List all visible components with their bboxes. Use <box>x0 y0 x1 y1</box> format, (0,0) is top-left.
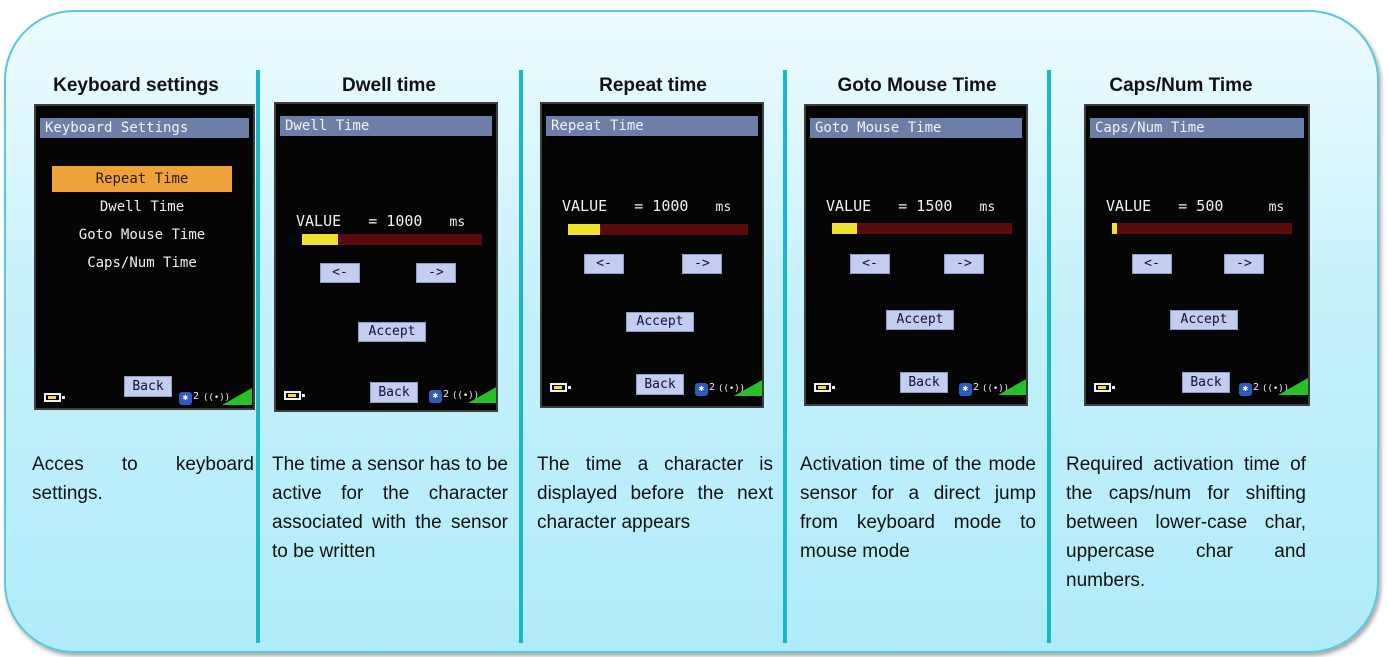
value-slider[interactable] <box>302 234 482 245</box>
bluetooth-icon: ✱ <box>429 390 442 403</box>
decrease-button[interactable]: <- <box>850 254 890 274</box>
signal-strength-icon <box>998 378 1026 395</box>
value-slider[interactable] <box>1112 223 1292 234</box>
column-divider <box>783 70 787 643</box>
decrease-button[interactable]: <- <box>1132 254 1172 274</box>
bluetooth-count: 2 <box>973 382 980 393</box>
slider-fill <box>568 224 601 235</box>
signal-strength-icon <box>1278 378 1308 395</box>
value-unit: ms <box>979 200 996 215</box>
screen-title: Keyboard Settings <box>40 118 249 138</box>
value-readout: VALUE = 1000 ms <box>296 212 465 230</box>
value-label: VALUE <box>562 197 608 215</box>
menu-item-caps-num-time[interactable]: Caps/Num Time <box>52 250 232 276</box>
value-unit: ms <box>449 215 466 230</box>
value-readout: VALUE = 1000 ms <box>562 197 731 215</box>
value-text: = 1500 <box>898 197 953 215</box>
bluetooth-count: 2 <box>443 389 450 400</box>
column-description: The time a sensor has to be active for t… <box>272 454 508 562</box>
column-divider <box>1047 70 1051 643</box>
value-text: = 500 <box>1178 197 1224 215</box>
value-unit: ms <box>715 200 732 215</box>
slider-fill <box>302 234 338 245</box>
bluetooth-count: 2 <box>193 391 200 402</box>
menu-item-repeat-time[interactable]: Repeat Time <box>52 166 232 192</box>
column-heading: Goto Mouse Time <box>837 75 997 96</box>
screen-title: Dwell Time <box>280 116 492 136</box>
value-slider[interactable] <box>568 224 748 235</box>
battery-icon <box>814 383 835 392</box>
column-description: Acces to keyboard settings. <box>32 454 254 504</box>
signal-strength-icon <box>734 379 762 396</box>
back-button[interactable]: Back <box>370 382 418 403</box>
accept-button[interactable]: Accept <box>626 312 694 332</box>
decrease-button[interactable]: <- <box>320 263 360 283</box>
bluetooth-count: 2 <box>709 382 716 393</box>
column-heading: Caps/Num Time <box>1109 75 1253 96</box>
value-label: VALUE <box>296 212 342 230</box>
column-heading: Repeat time <box>599 75 707 96</box>
slider-fill <box>1112 223 1118 234</box>
device-screen-dwell-time: Dwell Time VALUE = 1000 ms <- -> Accept … <box>274 102 498 412</box>
value-slider[interactable] <box>832 223 1012 234</box>
screen-title: Goto Mouse Time <box>810 118 1022 138</box>
screen-title: Repeat Time <box>546 116 758 136</box>
battery-icon <box>1094 383 1115 392</box>
increase-button[interactable]: -> <box>944 254 984 274</box>
value-label: VALUE <box>1106 197 1152 215</box>
device-screen-caps-num-time: Caps/Num Time VALUE = 500 ms <- -> Accep… <box>1084 104 1310 406</box>
battery-icon <box>44 393 65 402</box>
decrease-button[interactable]: <- <box>584 254 624 274</box>
increase-button[interactable]: -> <box>1224 254 1264 274</box>
bluetooth-icon: ✱ <box>959 383 972 396</box>
bluetooth-icon: ✱ <box>179 392 192 405</box>
screen-title: Caps/Num Time <box>1090 118 1304 138</box>
increase-button[interactable]: -> <box>682 254 722 274</box>
bluetooth-icon: ✱ <box>1239 383 1252 396</box>
signal-strength-icon <box>468 386 496 403</box>
battery-icon <box>284 391 305 400</box>
signal-strength-icon <box>222 388 252 405</box>
column-heading: Keyboard settings <box>53 75 219 96</box>
battery-icon <box>550 383 571 392</box>
column-divider <box>519 70 523 643</box>
accept-button[interactable]: Accept <box>1170 310 1238 330</box>
bluetooth-icon: ✱ <box>695 383 708 396</box>
menu-item-dwell-time[interactable]: Dwell Time <box>52 194 232 220</box>
column-heading: Dwell time <box>342 75 436 96</box>
accept-button[interactable]: Accept <box>886 310 954 330</box>
value-text: = 1000 <box>368 212 423 230</box>
device-screen-keyboard-settings: Keyboard Settings Repeat Time Dwell Time… <box>34 104 255 410</box>
back-button[interactable]: Back <box>900 372 948 393</box>
value-readout: VALUE = 500 ms <box>1106 197 1284 215</box>
value-readout: VALUE = 1500 ms <box>826 197 995 215</box>
device-screen-goto-mouse-time: Goto Mouse Time VALUE = 1500 ms <- -> Ac… <box>804 104 1028 406</box>
accept-button[interactable]: Accept <box>358 322 426 342</box>
column-description: Required activation time of the caps/num… <box>1066 454 1306 591</box>
bluetooth-count: 2 <box>1253 382 1260 393</box>
back-button[interactable]: Back <box>636 374 684 395</box>
device-screen-repeat-time: Repeat Time VALUE = 1000 ms <- -> Accept… <box>540 102 764 408</box>
value-unit: ms <box>1268 200 1285 215</box>
column-divider <box>256 70 260 643</box>
slider-fill <box>832 223 858 234</box>
back-button[interactable]: Back <box>1182 372 1230 393</box>
column-description: Activation time of the mode sensor for a… <box>800 454 1036 562</box>
increase-button[interactable]: -> <box>416 263 456 283</box>
back-button[interactable]: Back <box>124 376 172 397</box>
value-label: VALUE <box>826 197 872 215</box>
column-description: The time a character is displayed before… <box>537 454 773 533</box>
menu-item-goto-mouse-time[interactable]: Goto Mouse Time <box>52 222 232 248</box>
value-text: = 1000 <box>634 197 689 215</box>
